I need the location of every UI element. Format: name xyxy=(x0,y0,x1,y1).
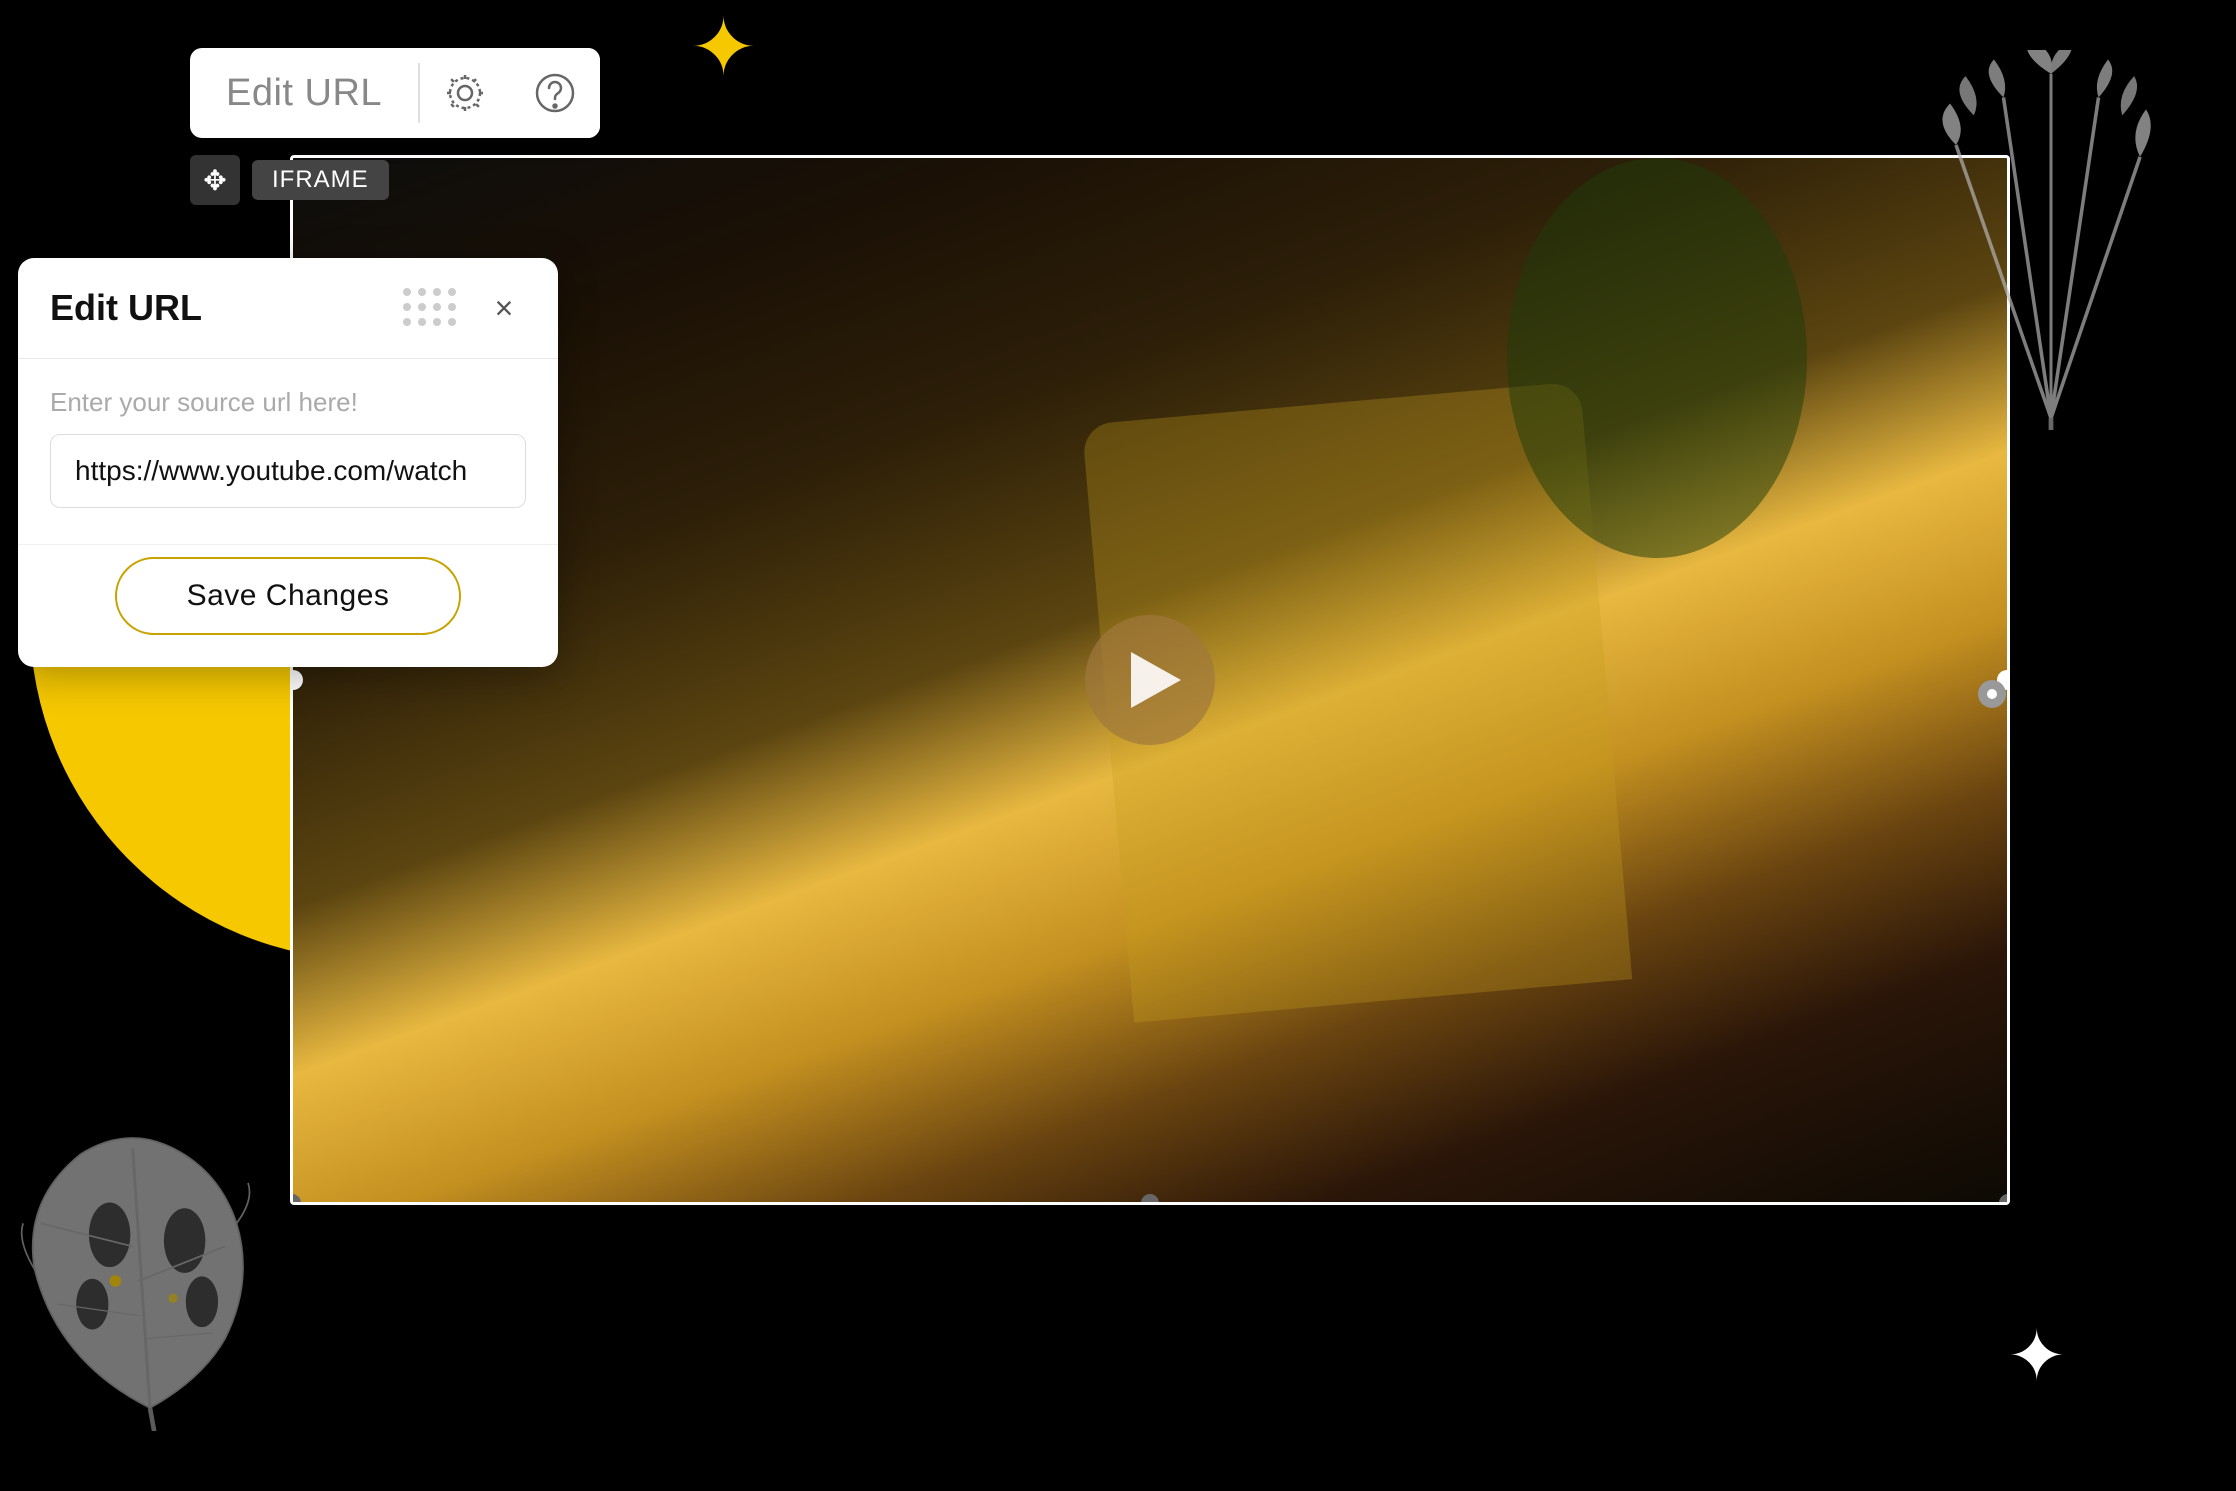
iframe-label-bar: ✥ IFRAME xyxy=(190,155,389,205)
handle-bottom-right[interactable] xyxy=(1999,1194,2010,1205)
plant-shape xyxy=(1507,158,1807,558)
settings-button[interactable] xyxy=(420,48,510,138)
dot xyxy=(433,303,441,311)
panel-body: Enter your source url here! xyxy=(18,359,558,544)
toolbar: Edit URL xyxy=(190,48,600,138)
panel-header-right: × xyxy=(403,286,526,330)
panel-title: Edit URL xyxy=(50,287,202,329)
url-input[interactable] xyxy=(50,434,526,508)
dot xyxy=(448,318,456,326)
play-button[interactable] xyxy=(1085,615,1215,745)
iframe-tag-label: IFRAME xyxy=(252,160,389,200)
handle-bottom-middle[interactable] xyxy=(1141,1194,1159,1205)
dot xyxy=(403,318,411,326)
dot xyxy=(418,303,426,311)
toolbar-edit-url-label: Edit URL xyxy=(190,50,418,137)
sparkle-br-icon: ✦ xyxy=(2007,1321,2066,1391)
dot xyxy=(403,303,411,311)
dot xyxy=(448,288,456,296)
dot xyxy=(403,288,411,296)
leaf-bottom-left-decoration xyxy=(20,1131,280,1431)
leaf-top-right-decoration xyxy=(1926,50,2176,430)
dot xyxy=(418,318,426,326)
sparkle-top-icon: ✦ xyxy=(690,8,757,88)
drag-handle-dots[interactable] xyxy=(403,288,458,328)
panel-header: Edit URL × xyxy=(18,258,558,359)
dot xyxy=(418,288,426,296)
move-icon: ✥ xyxy=(203,164,226,197)
edit-url-panel: Edit URL × Enter your source url here! xyxy=(18,258,558,667)
dot xyxy=(433,288,441,296)
handle-inner xyxy=(1987,689,1997,699)
url-input-label: Enter your source url here! xyxy=(50,387,526,418)
save-changes-button[interactable]: Save Changes xyxy=(115,557,462,635)
dot xyxy=(448,303,456,311)
dot xyxy=(433,318,441,326)
close-button[interactable]: × xyxy=(482,286,526,330)
panel-footer: Save Changes xyxy=(18,544,558,667)
move-handle[interactable]: ✥ xyxy=(190,155,240,205)
outer-resize-handle-right[interactable] xyxy=(1978,680,2006,708)
help-button[interactable] xyxy=(510,48,600,138)
play-icon xyxy=(1131,652,1181,708)
